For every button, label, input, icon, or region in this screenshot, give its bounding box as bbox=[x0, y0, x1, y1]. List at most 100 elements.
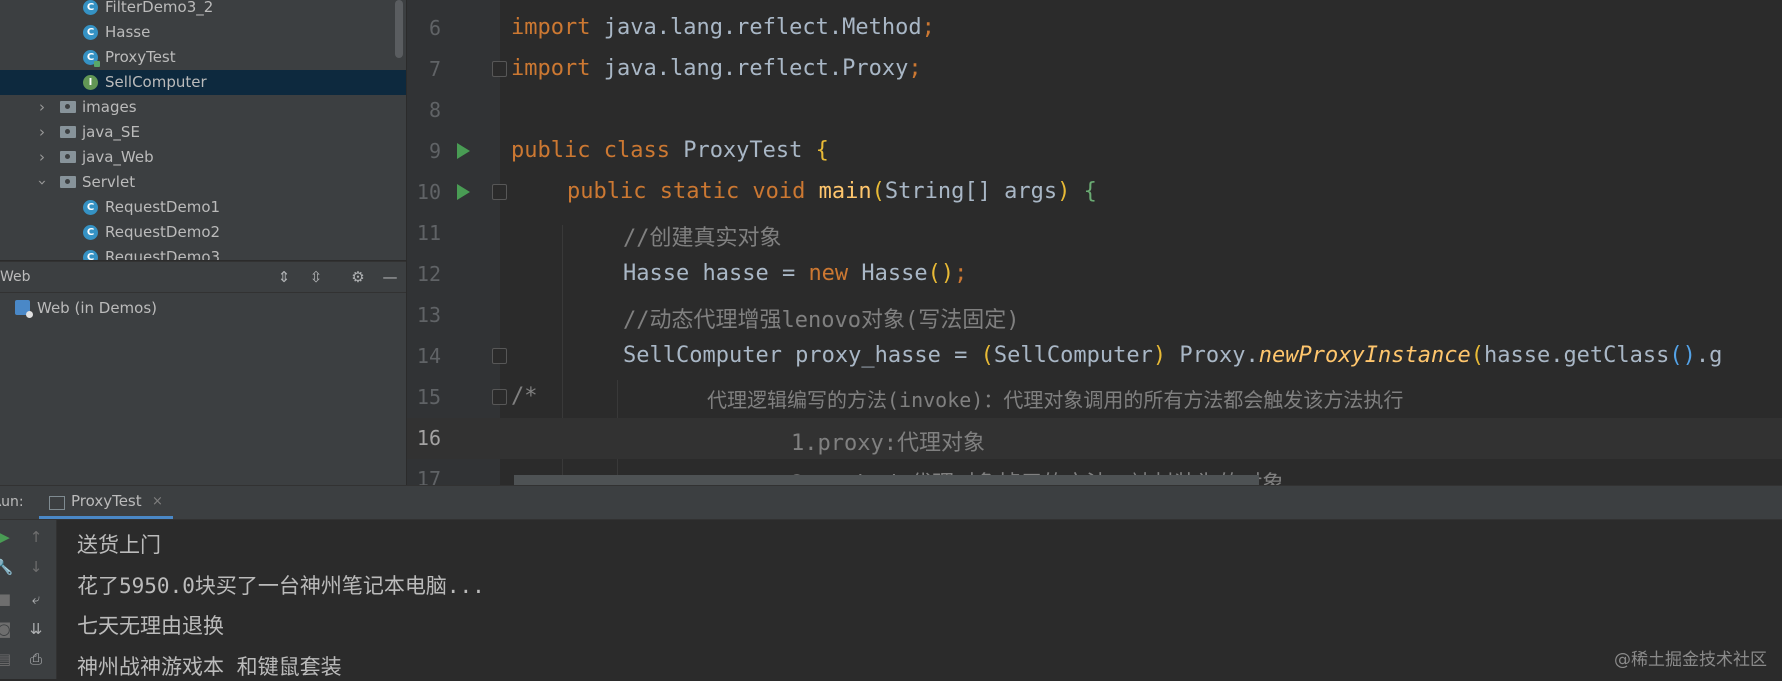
code-comment: 代理逻辑编写的方法(invoke)：代理对象调用的所有方法都会触发该方法执行 bbox=[707, 388, 1404, 412]
tree-item-sellcomputer[interactable]: I SellComputer bbox=[0, 70, 406, 95]
web-panel-header: Web ⇕ ⇳ ⚙ — bbox=[0, 262, 406, 293]
line-number: 8 bbox=[428, 98, 441, 122]
chevron-down-icon[interactable]: › bbox=[30, 177, 55, 189]
tree-item-label: Servlet bbox=[82, 173, 136, 191]
tree-item-label: java_SE bbox=[82, 123, 140, 141]
fold-marker-icon[interactable] bbox=[492, 61, 507, 77]
pin-icon[interactable]: ▤ bbox=[0, 650, 14, 668]
tab-proxytest[interactable]: ProxyTest × bbox=[39, 486, 173, 519]
runnable-class-icon: C bbox=[83, 50, 100, 67]
camera-icon[interactable]: ◙ bbox=[0, 620, 14, 638]
tree-item-proxytest[interactable]: C ProxyTest bbox=[0, 45, 406, 70]
gear-icon[interactable]: ⚙ bbox=[348, 267, 368, 287]
code-line[interactable]: 14 SellComputer proxy_hasse = (SellCompu… bbox=[407, 336, 1782, 377]
web-module-label: Web (in Demos) bbox=[37, 299, 157, 317]
project-tree-scrollbar[interactable] bbox=[395, 0, 403, 58]
code-line-current[interactable]: 16 1.proxy:代理对象 bbox=[407, 418, 1782, 459]
tree-item-hasse[interactable]: C Hasse bbox=[0, 20, 406, 45]
minimize-icon[interactable]: — bbox=[380, 267, 400, 287]
project-tree-panel: C FilterDemo3_2 C Hasse C ProxyTest I Se… bbox=[0, 0, 406, 260]
collapse-all-icon[interactable]: ⇳ bbox=[306, 267, 326, 287]
code-line[interactable]: 10 public static void main(String[] args… bbox=[407, 172, 1782, 213]
run-panel-label: Run: bbox=[0, 494, 24, 510]
wrench-icon[interactable]: 🔧 bbox=[0, 558, 14, 576]
line-number: 13 bbox=[416, 303, 441, 327]
chevron-right-icon[interactable]: › bbox=[36, 120, 48, 145]
editor-horizontal-scrollbar[interactable] bbox=[514, 475, 1259, 485]
tree-item-java-web[interactable]: › java_Web bbox=[0, 145, 406, 170]
line-number: 17 bbox=[416, 467, 441, 485]
tree-item-requestdemo1[interactable]: C RequestDemo1 bbox=[0, 195, 406, 220]
line-number: 10 bbox=[416, 180, 441, 204]
run-gutter-icon[interactable] bbox=[457, 143, 470, 159]
tree-item-label: ProxyTest bbox=[105, 48, 176, 66]
tree-item-label: RequestDemo3 bbox=[105, 248, 221, 260]
code-line[interactable]: 15 /* 代理逻辑编写的方法(invoke)：代理对象调用的所有方法都会触发该… bbox=[407, 377, 1782, 418]
run-tab-label: ProxyTest bbox=[71, 492, 142, 510]
class-icon: C bbox=[83, 200, 98, 215]
tree-item-label: java_Web bbox=[82, 148, 154, 166]
console-output-line: 送货上门 bbox=[77, 533, 161, 557]
rerun-icon[interactable]: ▶ bbox=[0, 528, 14, 546]
class-icon: C bbox=[83, 0, 98, 15]
fold-marker-icon[interactable] bbox=[492, 184, 507, 200]
folder-icon bbox=[60, 151, 76, 163]
web-panel-title: Web bbox=[0, 269, 31, 285]
code-text: public class ProxyTest { bbox=[511, 138, 829, 163]
code-editor[interactable]: 6 import java.lang.reflect.Method; 7 imp… bbox=[407, 0, 1782, 485]
print-icon[interactable]: ⎙ bbox=[26, 650, 46, 668]
code-line[interactable]: 7 import java.lang.reflect.Proxy; bbox=[407, 49, 1782, 90]
arrow-down-icon[interactable]: ↓ bbox=[26, 558, 46, 576]
tree-item-filterdemo3-2[interactable]: C FilterDemo3_2 bbox=[0, 0, 406, 20]
code-line[interactable]: 11 //创建真实对象 bbox=[407, 213, 1782, 254]
folder-icon bbox=[60, 126, 76, 138]
tree-item-requestdemo2[interactable]: C RequestDemo2 bbox=[0, 220, 406, 245]
line-number: 14 bbox=[416, 344, 441, 368]
watermark: @稀土掘金技术社区 bbox=[1614, 650, 1767, 670]
code-line[interactable]: 13 //动态代理增强lenovo对象(写法固定) bbox=[407, 295, 1782, 336]
close-icon[interactable]: × bbox=[152, 486, 163, 517]
tree-item-label: RequestDemo2 bbox=[105, 223, 221, 241]
expand-all-icon[interactable]: ⇕ bbox=[274, 267, 294, 287]
tree-item-java-se[interactable]: › java_SE bbox=[0, 120, 406, 145]
code-comment: //动态代理增强lenovo对象(写法固定) bbox=[623, 308, 1020, 333]
run-gutter-icon[interactable] bbox=[457, 184, 470, 200]
web-module-item[interactable]: Web (in Demos) bbox=[0, 296, 406, 320]
tree-item-images[interactable]: › images bbox=[0, 95, 406, 120]
console-tab-icon bbox=[49, 496, 65, 510]
line-number: 15 bbox=[416, 385, 441, 409]
code-comment: 1.proxy:代理对象 bbox=[791, 431, 985, 456]
code-line[interactable]: 9 public class ProxyTest { bbox=[407, 131, 1782, 172]
arrow-up-icon[interactable]: ↑ bbox=[26, 528, 46, 546]
run-panel-header: Run: ProxyTest × bbox=[0, 486, 1782, 520]
line-number: 6 bbox=[428, 16, 441, 40]
fold-marker-icon[interactable] bbox=[492, 348, 507, 364]
code-line[interactable]: 8 bbox=[407, 90, 1782, 131]
line-number: 16 bbox=[416, 426, 441, 450]
fold-marker-icon[interactable] bbox=[492, 389, 507, 405]
console-toolbar: ↑ ↓ ⤶ ⇊ ⎙ bbox=[18, 520, 57, 679]
run-toolbar: ▶ 🔧 ■ ◙ ▤ bbox=[0, 520, 18, 679]
chevron-right-icon[interactable]: › bbox=[36, 95, 48, 120]
code-line[interactable]: 6 import java.lang.reflect.Method; bbox=[407, 8, 1782, 49]
tree-item-label: FilterDemo3_2 bbox=[105, 0, 214, 16]
interface-icon: I bbox=[83, 75, 98, 90]
class-icon: C bbox=[83, 225, 98, 240]
chevron-right-icon[interactable]: › bbox=[36, 145, 48, 170]
soft-wrap-icon[interactable]: ⤶ bbox=[26, 590, 46, 608]
web-module-icon bbox=[15, 300, 33, 318]
folder-icon bbox=[60, 176, 76, 188]
code-text: import java.lang.reflect.Proxy; bbox=[511, 56, 922, 81]
tree-item-servlet[interactable]: › Servlet bbox=[0, 170, 406, 195]
line-number: 7 bbox=[428, 57, 441, 81]
code-text: import java.lang.reflect.Method; bbox=[511, 15, 935, 40]
line-number: 11 bbox=[416, 221, 441, 245]
class-icon: C bbox=[83, 25, 98, 40]
stop-icon[interactable]: ■ bbox=[0, 590, 14, 608]
code-line[interactable]: 12 Hasse hasse = new Hasse(); bbox=[407, 254, 1782, 295]
scroll-to-end-icon[interactable]: ⇊ bbox=[26, 620, 46, 638]
web-facet-panel: Web ⇕ ⇳ ⚙ — Web (in Demos) bbox=[0, 261, 406, 486]
tree-item-requestdemo3[interactable]: C RequestDemo3 bbox=[0, 245, 406, 260]
tree-item-label: images bbox=[82, 98, 137, 116]
code-text: public static void main(String[] args) { bbox=[567, 179, 1097, 204]
